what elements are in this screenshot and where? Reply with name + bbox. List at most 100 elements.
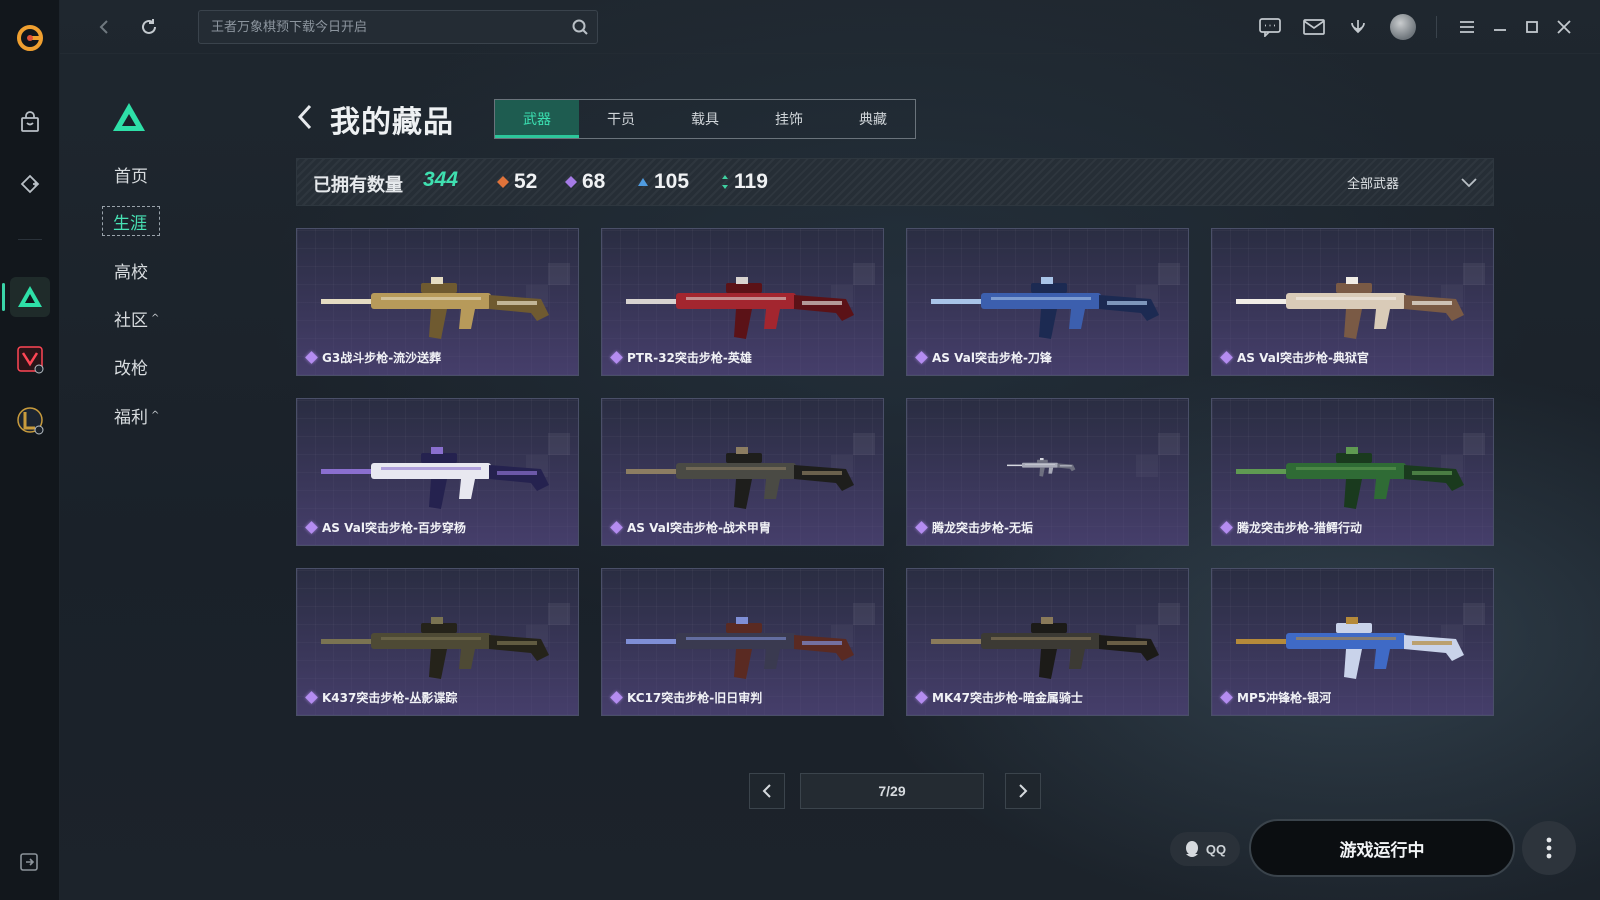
grade-count-value: 119 — [734, 170, 768, 193]
weapon-label: 腾龙突击步枪-无垢 — [915, 519, 1033, 536]
weapon-card[interactable]: 腾龙突击步枪-猎鳄行动 — [1211, 398, 1494, 546]
weapon-card[interactable]: AS Val突击步枪-刀锋 — [906, 228, 1189, 376]
next-page-button[interactable] — [1005, 773, 1041, 809]
rarity-gem-icon — [1220, 351, 1233, 364]
weapon-card[interactable]: PTR-32突击步枪-英雄 — [601, 228, 884, 376]
weapon-name: G3战斗步枪-流沙送葬 — [322, 351, 442, 365]
prev-page-button[interactable] — [749, 773, 785, 809]
qq-label: QQ — [1205, 841, 1227, 857]
weapon-card[interactable]: MP5冲锋枪-银河 — [1211, 568, 1494, 716]
weapon-card[interactable]: MK47突击步枪-暗金属骑士 — [906, 568, 1189, 716]
weapon-name: PTR-32突击步枪-英雄 — [627, 351, 752, 365]
store-bag-icon[interactable] — [10, 103, 50, 143]
owned-count-total: 344 — [423, 168, 459, 191]
purple-gem-icon — [565, 176, 577, 188]
tab-weapons[interactable]: 武器 — [495, 100, 579, 138]
chat-icon[interactable] — [1257, 14, 1283, 40]
menu-item-label: 高校 — [114, 262, 148, 283]
owned-count-label: 已拥有数量 — [313, 175, 403, 196]
weapon-skin-image — [931, 277, 1159, 339]
menu-item-label: 改枪 — [114, 358, 148, 379]
weapon-name: K437突击步枪-丛影谍踪 — [322, 691, 458, 705]
chevron-down-icon — [1461, 177, 1477, 187]
category-tabs: 武器 干员 载具 挂饰 典藏 — [494, 99, 916, 139]
kebab-menu-icon — [1546, 837, 1552, 859]
search-icon[interactable] — [571, 18, 589, 41]
rarity-gem-icon — [610, 521, 623, 534]
weapon-label: PTR-32突击步枪-英雄 — [610, 349, 752, 366]
valorant-game-icon[interactable] — [10, 339, 50, 379]
menu-item-community[interactable]: 社区 ^ — [100, 303, 160, 333]
expand-caret-icon: ^ — [151, 409, 160, 421]
top-bar — [60, 0, 1600, 54]
tab-vehicles[interactable]: 载具 — [663, 100, 747, 138]
weapon-card[interactable]: K437突击步枪-丛影谍踪 — [296, 568, 579, 716]
weapon-name: 腾龙突击步枪-猎鳄行动 — [1237, 521, 1362, 535]
weapon-name: 腾龙突击步枪-无垢 — [932, 521, 1033, 535]
search-input[interactable] — [211, 11, 551, 43]
weapon-card[interactable]: AS Val突击步枪-典狱官 — [1211, 228, 1494, 376]
delta-force-game-icon[interactable] — [10, 277, 50, 317]
page-back-icon[interactable] — [295, 103, 315, 136]
menu-item-home[interactable]: 首页 — [100, 159, 160, 189]
weapon-skin-image — [1007, 458, 1076, 477]
download-icon[interactable] — [1345, 14, 1371, 40]
tab-operators[interactable]: 干员 — [579, 100, 663, 138]
app-logo-icon[interactable] — [10, 18, 50, 58]
delta-force-logo-icon — [111, 101, 147, 138]
menu-item-gunsmith[interactable]: 改枪 — [100, 351, 160, 381]
menu-item-campus[interactable]: 高校 — [100, 255, 160, 285]
weapon-skin-image — [626, 277, 854, 339]
rail-active-indicator — [2, 283, 5, 311]
qq-account-badge[interactable]: QQ — [1170, 832, 1240, 866]
refresh-icon[interactable] — [136, 14, 162, 40]
weapon-label: G3战斗步枪-流沙送葬 — [305, 349, 442, 366]
maximize-icon[interactable] — [1519, 14, 1545, 40]
chevron-left-icon — [762, 784, 771, 798]
mail-icon[interactable] — [1301, 14, 1327, 40]
close-icon[interactable] — [1551, 14, 1577, 40]
grade-count-value: 52 — [514, 170, 538, 193]
weapon-name: AS Val突击步枪-典狱官 — [1237, 351, 1369, 365]
grade-count-purple: 68 — [565, 170, 605, 194]
grade-count-orange: 52 — [497, 170, 537, 194]
weapon-name: AS Val突击步枪-战术甲胄 — [627, 521, 771, 535]
weapon-card[interactable]: AS Val突击步枪-战术甲胄 — [601, 398, 884, 546]
grade-count-blue: 105 — [637, 170, 689, 194]
back-nav-icon[interactable] — [92, 14, 118, 40]
search-box[interactable] — [198, 10, 598, 44]
tab-collection[interactable]: 典藏 — [831, 100, 915, 138]
weapon-skin-image — [321, 277, 549, 339]
more-options-button[interactable] — [1522, 821, 1576, 875]
menu-item-label: 生涯 — [113, 213, 147, 234]
grade-count-value: 105 — [654, 170, 690, 193]
weapon-card[interactable]: G3战斗步枪-流沙送葬 — [296, 228, 579, 376]
user-avatar[interactable] — [1390, 14, 1416, 40]
qq-penguin-icon — [1185, 841, 1198, 857]
weapon-card[interactable]: KC17突击步枪-旧日审判 — [601, 568, 884, 716]
weapon-label: AS Val突击步枪-战术甲胄 — [610, 519, 771, 536]
menu-item-welfare[interactable]: 福利 ^ — [100, 400, 160, 430]
weapon-card[interactable]: AS Val突击步枪-百步穿杨 — [296, 398, 579, 546]
rarity-gem-icon — [305, 351, 318, 364]
rarity-gem-icon — [1220, 691, 1233, 704]
menu-icon[interactable] — [1454, 14, 1480, 40]
weapon-card[interactable]: 腾龙突击步枪-无垢 — [906, 398, 1189, 546]
weapon-skin-image — [1236, 447, 1464, 509]
ownership-stats-bar: 已拥有数量 344 52 68 105 119 全部武器 — [296, 158, 1494, 206]
menu-item-career[interactable]: 生涯 — [102, 206, 160, 236]
game-pad-icon[interactable] — [10, 164, 50, 204]
weapon-name: KC17突击步枪-旧日审判 — [627, 691, 763, 705]
expand-rail-icon[interactable] — [20, 853, 38, 876]
launch-game-button[interactable]: 游戏运行中 — [1249, 819, 1515, 877]
rarity-gem-icon — [305, 691, 318, 704]
green-gem-icon — [722, 175, 728, 189]
minimize-icon[interactable] — [1487, 14, 1513, 40]
topbar-divider — [1436, 16, 1437, 38]
expand-caret-icon: ^ — [151, 312, 160, 324]
tab-charms[interactable]: 挂饰 — [747, 100, 831, 138]
weapon-label: AS Val突击步枪-百步穿杨 — [305, 519, 466, 536]
rarity-gem-icon — [610, 351, 623, 364]
league-game-icon[interactable] — [10, 400, 50, 440]
weapon-filter-dropdown[interactable]: 全部武器 — [1347, 173, 1477, 192]
